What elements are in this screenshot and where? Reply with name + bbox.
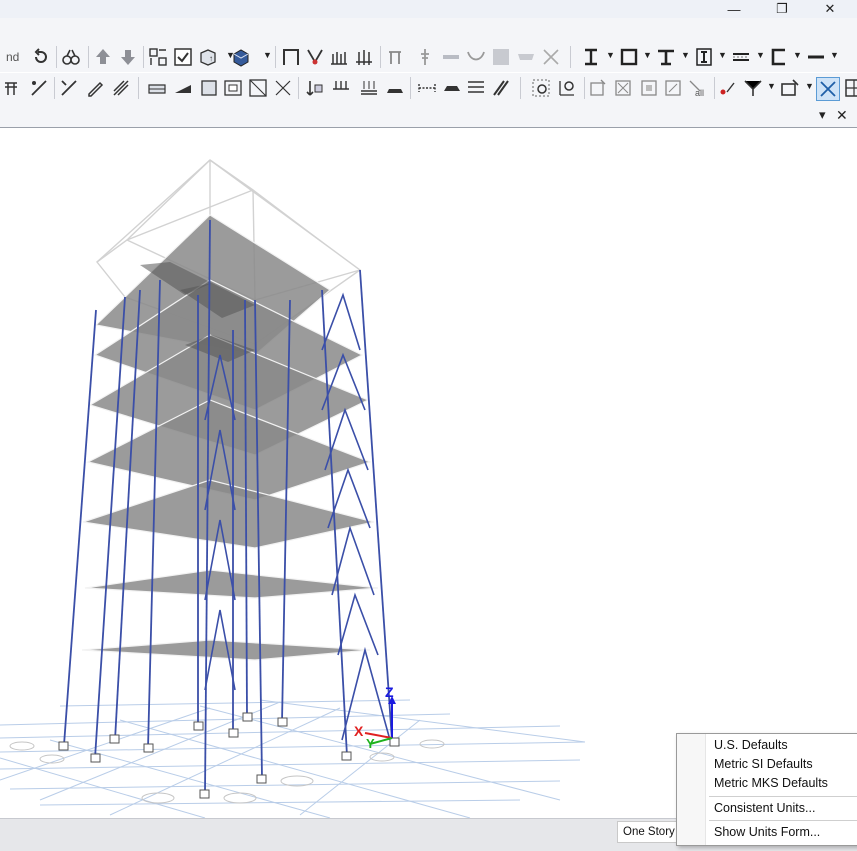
column-grid-icon[interactable] [353, 46, 375, 68]
base-supports [58, 712, 400, 799]
view-3d-icon[interactable]: ↑ [197, 46, 219, 68]
snap-grid-icon[interactable] [843, 77, 857, 99]
chevron-down-icon[interactable]: ▼ [681, 50, 690, 60]
draw-brace-icon[interactable] [28, 77, 50, 99]
svg-text:all: all [695, 88, 704, 98]
toolbar-row-1: nd ↑ ▼ ▼ ▼ ▼ ▼ ▼ ▼ ▼ ▼ [0, 42, 857, 72]
tendon-icon[interactable] [465, 46, 487, 68]
one-story-button[interactable]: One Story [617, 821, 681, 843]
floor-icon[interactable] [146, 77, 168, 99]
snap-line-icon[interactable] [742, 77, 764, 99]
menu-item-us-defaults[interactable]: U.S. Defaults [714, 738, 788, 752]
checkbox-icon[interactable] [172, 46, 194, 68]
null-area-icon[interactable] [272, 77, 294, 99]
snap-intersection-icon[interactable] [816, 77, 840, 101]
move-down-icon[interactable] [117, 46, 139, 68]
diaphragm-icon[interactable] [247, 77, 269, 99]
draw-line-icon[interactable] [58, 77, 80, 99]
wall-icon[interactable] [328, 46, 350, 68]
menu-item-show-units-form[interactable]: Show Units Form... [714, 825, 820, 839]
viewport-close-icon[interactable]: ✕ [836, 107, 848, 124]
snap-box-icon[interactable] [779, 77, 801, 99]
ramp-icon[interactable] [172, 77, 194, 99]
frame-load-icon[interactable] [330, 77, 352, 99]
frame-icon[interactable] [280, 46, 302, 68]
chevron-down-icon[interactable]: ▼ [263, 50, 272, 60]
release-icon[interactable] [638, 77, 660, 99]
menu-separator [709, 796, 857, 797]
chevron-down-icon[interactable]: ▼ [643, 50, 652, 60]
deck-icon[interactable] [515, 46, 537, 68]
all-icon[interactable]: all [686, 77, 708, 99]
restraint-icon[interactable] [612, 77, 634, 99]
toolbar-cut-text: nd [6, 50, 20, 64]
chevron-down-icon[interactable]: ▼ [805, 81, 814, 91]
assign-icon[interactable] [587, 77, 609, 99]
mesh-icon[interactable] [540, 46, 562, 68]
title-bar: — ❐ ✕ [0, 0, 857, 18]
area-load-icon[interactable] [358, 77, 380, 99]
link-icon[interactable] [385, 46, 407, 68]
draw-pencil-icon[interactable] [84, 77, 106, 99]
chevron-down-icon[interactable]: ▼ [830, 50, 839, 60]
zoom-icon[interactable] [556, 77, 578, 99]
close-button[interactable]: ✕ [810, 0, 850, 18]
select-grid-icon[interactable] [147, 46, 169, 68]
point-load-icon[interactable] [304, 77, 326, 99]
chevron-down-icon[interactable]: ▼ [718, 50, 727, 60]
binoculars-icon[interactable] [60, 46, 82, 68]
chevron-down-icon[interactable]: ▼ [756, 50, 765, 60]
chevron-down-icon[interactable]: ▼ [767, 81, 776, 91]
dimension-icon[interactable] [416, 77, 438, 99]
opening-icon[interactable] [222, 77, 244, 99]
panel-icon[interactable] [490, 46, 512, 68]
box-section-icon[interactable] [618, 46, 640, 68]
chevron-down-icon[interactable]: ▼ [606, 50, 615, 60]
i-beam-icon[interactable] [580, 46, 602, 68]
wall-draw-icon[interactable] [198, 77, 220, 99]
viewport-title-bar: ▾ ✕ [0, 103, 857, 128]
plate-section-icon[interactable] [805, 46, 827, 68]
menu-item-consistent-units[interactable]: Consistent Units... [714, 801, 815, 815]
wall-section-icon[interactable] [730, 46, 752, 68]
axis-z-label: Z [385, 684, 394, 700]
restore-button[interactable]: ❐ [762, 0, 802, 18]
toolbar-row-2: all ▼ ▼ [0, 73, 857, 103]
column-section-icon[interactable] [693, 46, 715, 68]
channel-section-icon[interactable] [768, 46, 790, 68]
wind-load-icon[interactable] [384, 77, 406, 99]
chevron-down-icon[interactable]: ▼ [226, 50, 235, 60]
undo-icon[interactable] [30, 46, 52, 68]
chevron-down-icon[interactable]: ▼ [793, 50, 802, 60]
move-up-icon[interactable] [92, 46, 114, 68]
axis-y-label: Y [366, 736, 375, 751]
units-context-menu: U.S. Defaults Metric SI Defaults Metric … [676, 733, 857, 846]
slab-icon[interactable] [440, 46, 462, 68]
section-cut-icon[interactable] [441, 77, 463, 99]
toolbar-gap [0, 18, 857, 42]
tee-section-icon[interactable] [655, 46, 677, 68]
svg-text:↑: ↑ [209, 54, 213, 63]
ground-grid [0, 699, 586, 818]
draw-hatch-icon[interactable] [110, 77, 132, 99]
menu-item-metric-mks-defaults[interactable]: Metric MKS Defaults [714, 776, 828, 790]
menu-item-metric-si-defaults[interactable]: Metric SI Defaults [714, 757, 813, 771]
local-axis-icon[interactable] [662, 77, 684, 99]
model-viewport[interactable]: Z X Y [0, 128, 857, 818]
minimize-button[interactable]: — [714, 0, 754, 18]
structure-3d-view[interactable]: Z X Y [0, 128, 857, 818]
floor-slabs [81, 214, 379, 661]
brace-icon[interactable] [304, 46, 326, 68]
storey-icon[interactable] [465, 77, 487, 99]
snap-point-icon[interactable] [717, 77, 739, 99]
viewport-dropdown-icon[interactable]: ▾ [819, 107, 826, 123]
spring-icon[interactable] [414, 46, 436, 68]
replicate-icon[interactable] [490, 77, 512, 99]
draw-frame-icon[interactable] [2, 77, 24, 99]
axis-x-label: X [354, 723, 364, 739]
menu-gutter [677, 734, 706, 845]
grid-select-icon[interactable] [530, 77, 552, 99]
menu-separator [709, 820, 857, 821]
